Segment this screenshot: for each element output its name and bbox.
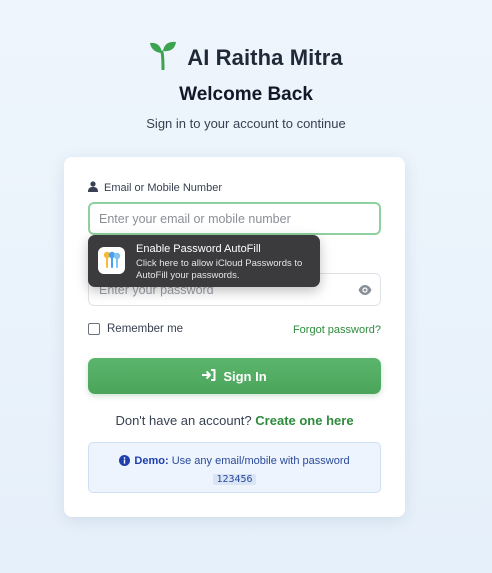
sign-in-button[interactable]: Sign In: [88, 358, 381, 394]
key-icon: [98, 247, 125, 274]
autofill-description: Click here to allow iCloud Passwords to …: [136, 258, 303, 281]
eye-icon[interactable]: [358, 283, 372, 301]
email-label-text: Email or Mobile Number: [104, 182, 222, 194]
autofill-title: Enable Password AutoFill: [136, 243, 261, 255]
demo-text: Use any email/mobile with password: [171, 455, 350, 467]
user-icon: [88, 181, 98, 195]
info-icon: [119, 455, 131, 471]
password-autofill-popup[interactable]: Enable Password AutoFill Click here to a…: [88, 235, 320, 287]
demo-password: 123456: [213, 474, 256, 485]
email-input[interactable]: [88, 202, 381, 235]
brand-header: AI Raitha Mitra: [0, 40, 492, 75]
sign-in-label: Sign In: [223, 368, 267, 384]
page-title: Welcome Back: [179, 84, 313, 105]
email-label: Email or Mobile Number: [88, 181, 222, 195]
demo-info-box: Demo: Use any email/mobile with password…: [88, 442, 381, 493]
signup-prompt-text: Don't have an account?: [115, 413, 252, 428]
demo-label: Demo:: [134, 455, 169, 467]
page-subtitle: Sign in to your account to continue: [146, 116, 346, 131]
forgot-password-link[interactable]: Forgot password?: [293, 324, 381, 336]
signup-prompt: Don't have an account? Create one here: [64, 413, 405, 428]
remember-me[interactable]: Remember me: [88, 323, 183, 335]
create-account-link[interactable]: Create one here: [255, 413, 353, 428]
remember-label: Remember me: [107, 323, 184, 335]
login-card: Email or Mobile Number Remember me Forgo…: [64, 157, 405, 517]
sign-in-icon: [202, 368, 216, 384]
remember-checkbox[interactable]: [88, 323, 100, 335]
sprout-icon: [149, 40, 177, 75]
brand-title: AI Raitha Mitra: [187, 44, 343, 70]
